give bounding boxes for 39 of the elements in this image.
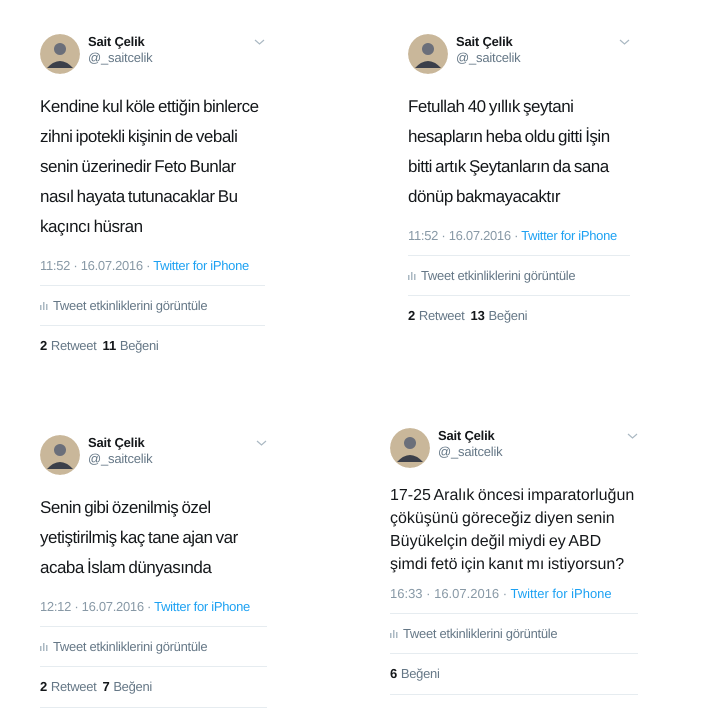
- avatar[interactable]: [390, 428, 430, 468]
- source-link[interactable]: Twitter for iPhone: [154, 599, 250, 614]
- avatar[interactable]: [40, 435, 80, 475]
- stat-count[interactable]: 2 Retweet: [40, 336, 96, 356]
- stat-count[interactable]: 11 Beğeni: [102, 336, 159, 356]
- source-link[interactable]: Twitter for iPhone: [510, 586, 612, 601]
- source-link[interactable]: Twitter for iPhone: [521, 228, 617, 243]
- display-name[interactable]: Sait Çelik: [438, 428, 619, 444]
- timestamp: 12:12 · 16.07.2016 ·: [40, 599, 152, 614]
- tweet-text: 17-25 Aralık öncesi imparatorluğun çöküşünü göreceğiz diyen senin Büyükelçin değil miydi ey ABD şimdi fetö için kanıt mı istiyorsun?: [390, 486, 636, 575]
- source-link[interactable]: Twitter for iPhone: [153, 258, 249, 273]
- analytics-link[interactable]: Tweet etkinliklerini görüntüle: [53, 296, 208, 315]
- tweet-text: Kendine kul köle ettiğin binlerce zihni ipotekli kişinin de vebali senin üzerinedir Feto Bunlar nasıl hayata tutunacaklar Bu kaçıncı hüsran: [40, 96, 260, 238]
- bar-chart-icon: [40, 642, 48, 651]
- stat-count[interactable]: 7 Beğeni: [102, 677, 152, 696]
- avatar[interactable]: [40, 34, 80, 74]
- user-handle[interactable]: @_saitcelik: [88, 50, 246, 66]
- timestamp: 11:52 · 16.07.2016 ·: [408, 228, 518, 243]
- tweet-text: Fetullah 40 yıllık şeytani hesapların heba oldu gitti İşin bitti artık Şeytanların da sana dönüp bakmayacaktır: [408, 96, 611, 208]
- analytics-link[interactable]: Tweet etkinliklerini görüntüle: [403, 624, 558, 643]
- analytics-link[interactable]: Tweet etkinliklerini görüntüle: [421, 266, 576, 285]
- display-name[interactable]: Sait Çelik: [88, 34, 246, 50]
- stat-count[interactable]: 2 Retweet: [408, 306, 464, 326]
- bar-chart-icon: [40, 300, 48, 310]
- avatar[interactable]: [408, 34, 448, 74]
- stat-count[interactable]: 2 Retweet: [40, 677, 96, 696]
- user-handle[interactable]: @_saitcelik: [438, 444, 619, 460]
- analytics-link[interactable]: Tweet etkinliklerini görüntüle: [53, 636, 208, 656]
- user-handle[interactable]: @_saitcelik: [456, 50, 611, 66]
- display-name[interactable]: Sait Çelik: [456, 34, 611, 50]
- bar-chart-icon: [408, 270, 416, 280]
- tweet-text: Senin gibi özenilmiş özel yetiştirilmiş kaç tane ajan var acaba İslam dünyasında: [40, 497, 239, 579]
- user-handle[interactable]: @_saitcelik: [88, 450, 248, 466]
- bar-chart-icon: [390, 628, 398, 638]
- display-name[interactable]: Sait Çelik: [88, 435, 248, 451]
- stat-count[interactable]: 6 Beğeni: [390, 664, 440, 684]
- timestamp: 16:33 · 16.07.2016 ·: [390, 586, 508, 601]
- timestamp: 11:52 · 16.07.2016 ·: [40, 258, 150, 273]
- stat-count[interactable]: 13 Beğeni: [470, 306, 528, 326]
